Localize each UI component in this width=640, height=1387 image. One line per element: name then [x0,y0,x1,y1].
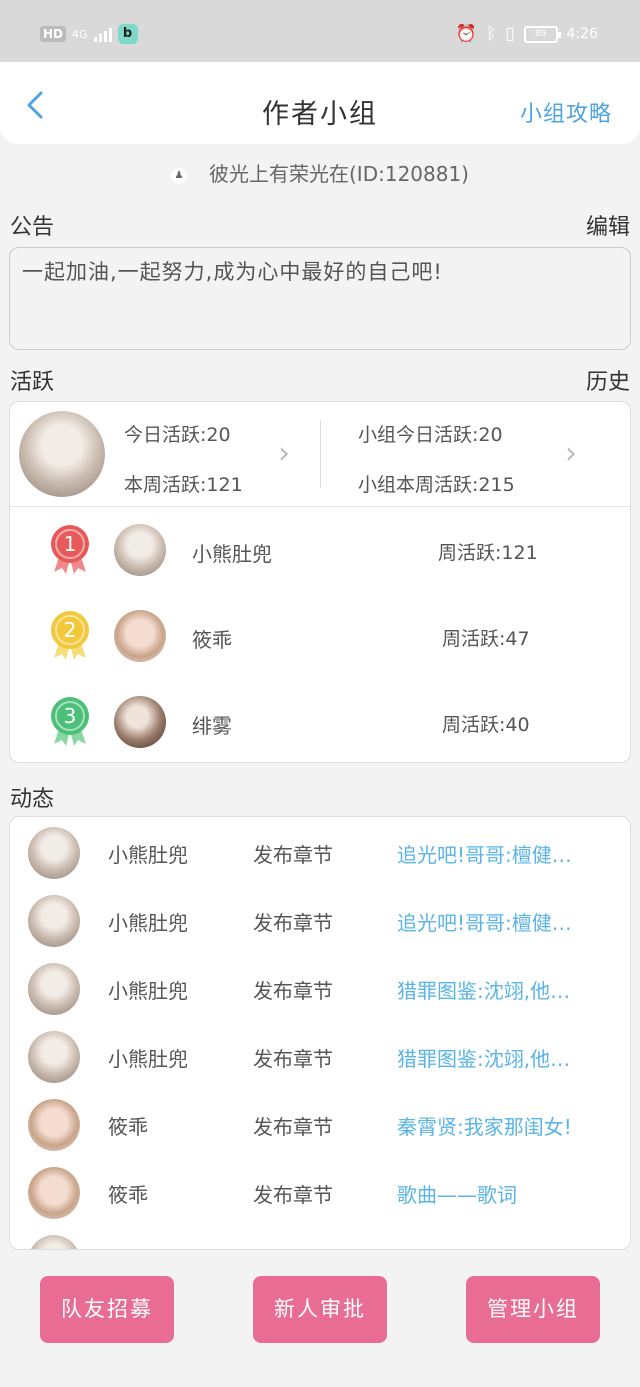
manage-group-button[interactable]: 管理小组 [466,1276,600,1343]
medal-bronze-icon: 3 [51,697,89,746]
notice-box: 一起加油,一起努力,成为心中最好的自己吧! [9,247,631,350]
user-icon: ♟ [171,167,187,184]
feed-action: 发布章节 [253,911,333,935]
bluetooth-icon: ᛒ [485,24,497,44]
vibrate-icon: ▯ [505,24,515,44]
activity-card: 今日活跃:20 本周活跃:121 › 小组今日活跃:20 小组本周活跃:215 … [9,401,631,763]
feed-chapter-link[interactable]: 猎罪图鉴:沈翊,他… [397,1043,622,1072]
feed-chapter-link[interactable]: 秦霄贤:我家那闺女! [397,1111,622,1140]
feed-item[interactable]: 小熊肚兜 发布章节 猎罪图鉴:沈翊,他… [10,955,630,1023]
signal-icon [93,26,112,42]
feed-card: 小熊肚兜 发布章节 追光吧!哥哥:檀健… 小熊肚兜 发布章节 追光吧!哥哥:檀健… [9,816,631,1250]
member-name: 绯雾 [192,714,232,738]
feed-chapter-link[interactable]: 追光吧!哥哥:檀健… [397,839,622,868]
feed-user-name: 小熊肚兜 [108,1047,188,1071]
history-button[interactable]: 历史 [586,364,630,396]
recruit-teammates-button[interactable]: 队友招募 [40,1276,174,1343]
status-bar: HD 4G b ⏰ ᛒ ▯ 89 4:26 [0,0,640,62]
hd-badge: HD [40,26,67,42]
feed-item[interactable]: 筱乖 发布章节 歌曲——歌词 [10,1159,630,1227]
member-avatar [114,610,166,662]
feed-avatar [28,827,80,879]
alarm-icon: ⏰ [455,24,477,44]
feed-action: 发布章节 [253,979,333,1003]
feed-avatar [28,1031,80,1083]
week-activity: 本周活跃:121 [124,474,243,496]
group-owner: ♟ 彼光上有荣光在(ID:120881) [0,158,640,187]
rank-number: 3 [64,704,77,728]
member-name: 小熊肚兜 [192,542,272,566]
feed-user-name: 筱乖 [108,1183,148,1207]
my-avatar [19,411,105,497]
rank-number: 1 [64,532,77,556]
feed-label: 动态 [10,787,55,812]
new-member-approval-button[interactable]: 新人审批 [253,1276,387,1343]
feed-action: 发布章节 [253,1115,333,1139]
member-activity: 周活跃:47 [442,628,530,650]
feed-user-name: 筱乖 [108,1115,148,1139]
feed-avatar [28,1099,80,1151]
member-avatar [114,696,166,748]
feed-avatar [28,1167,80,1219]
member-activity: 周活跃:40 [442,714,530,736]
medal-silver-icon: 2 [51,611,89,660]
edit-notice-button[interactable]: 编辑 [586,209,630,241]
divider [320,420,321,488]
activity-label: 活跃 [10,370,55,395]
medal-gold-icon: 1 [51,525,89,574]
member-avatar [114,524,166,576]
group-week-activity: 小组本周活跃:215 [358,474,515,496]
group-guide-link[interactable]: 小组攻略 [520,96,612,128]
feed-item[interactable]: 小熊肚兜 发布章节 猎罪图鉴:沈翊,他… [10,1023,630,1091]
feed-chapter-link[interactable]: 追光吧!哥哥:檀健… [397,907,622,936]
feed-item[interactable]: 筱乖 发布章节 秦霄贤:我家那闺女! [10,1091,630,1159]
feed-user-name: 小熊肚兜 [108,843,188,867]
today-activity: 今日活跃:20 [124,424,231,446]
app-notification-icon: b [117,24,138,44]
feed-user-name: 小熊肚兜 [108,979,188,1003]
feed-avatar [28,963,80,1015]
feed-avatar [28,1235,80,1249]
feed-action: 发布章节 [253,1047,333,1071]
divider [10,506,630,507]
member-activity: 周活跃:121 [438,542,538,564]
feed-chapter-link[interactable]: 歌曲——歌词 [397,1179,622,1208]
notice-label: 公告 [10,215,55,240]
status-right: ⏰ ᛒ ▯ 89 4:26 [456,24,598,44]
feed-action: 发布章节 [253,843,333,867]
chevron-right-icon[interactable]: › [278,436,290,471]
feed-item[interactable]: 小熊肚兜 发布章节 追光吧!哥哥:檀健… [10,887,630,955]
chevron-right-icon[interactable]: › [565,436,577,471]
status-left: HD 4G b [40,24,138,44]
feed-user-name: 小熊肚兜 [108,911,188,935]
feed-chapter-link[interactable]: 猎罪图鉴:沈翊,他… [397,975,622,1004]
rank-number: 2 [64,618,77,642]
feed-action: 发布章节 [253,1183,333,1207]
network-label: 4G [72,27,88,41]
feed-item[interactable]: 小熊肚兜 发布章节 追光吧!哥哥:檀健… [10,819,630,887]
app-header: 作者小组 小组攻略 [0,62,640,144]
battery-icon: 89 [523,25,561,43]
feed-avatar [28,895,80,947]
clock: 4:26 [566,26,598,42]
owner-text: 彼光上有荣光在(ID:120881) [209,162,469,186]
group-today-activity: 小组今日活跃:20 [358,424,503,446]
notice-text: 一起加油,一起努力,成为心中最好的自己吧! [22,260,443,284]
member-name: 筱乖 [192,628,232,652]
